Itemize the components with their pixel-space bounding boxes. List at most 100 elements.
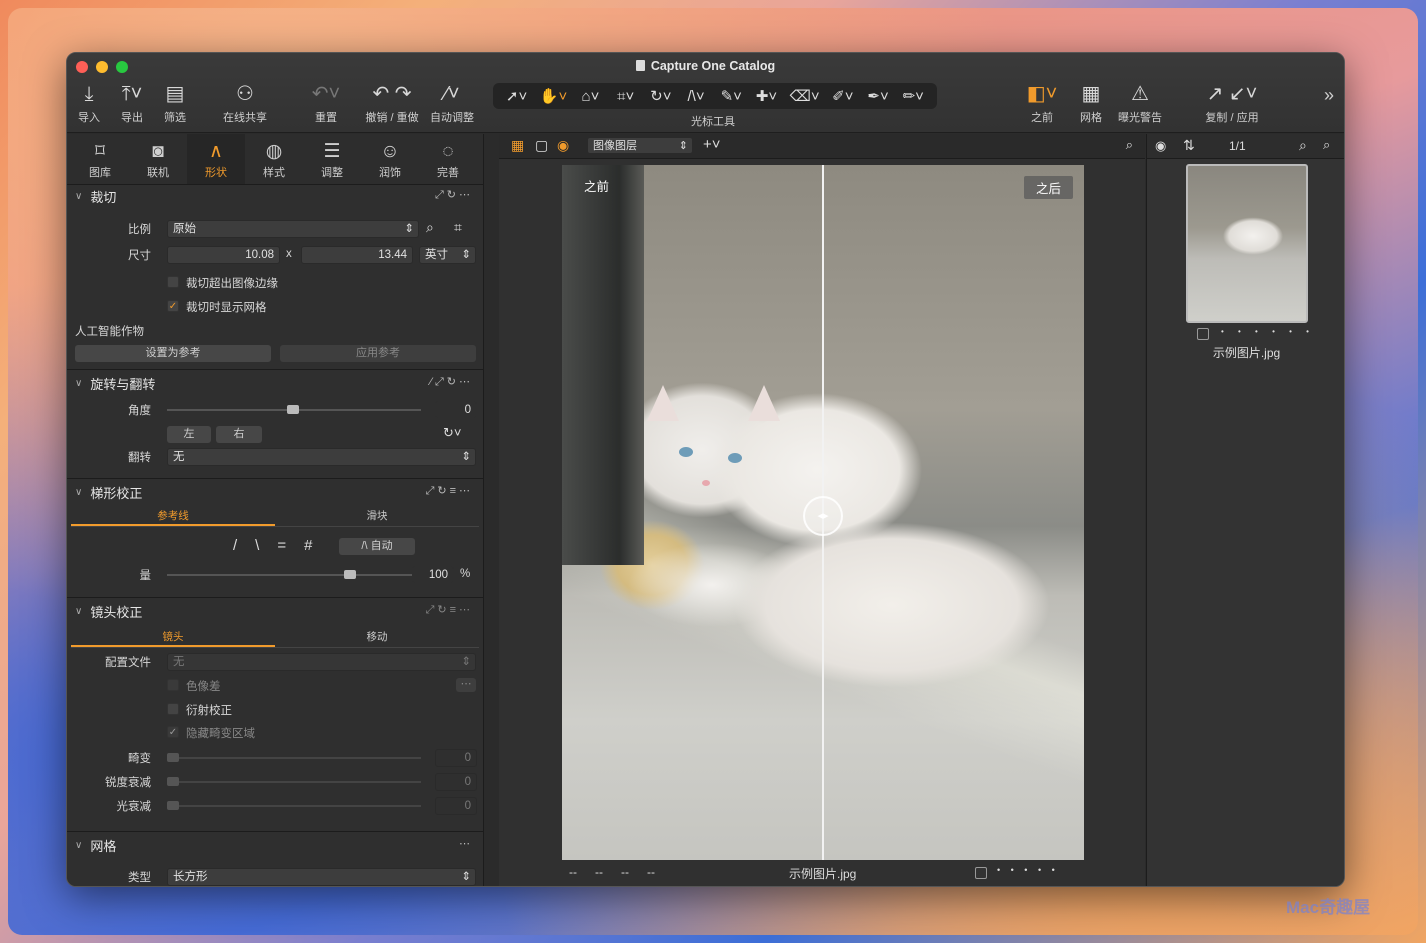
thumb-rating-dots[interactable]: • • • • • • (1221, 327, 1315, 336)
grid-header[interactable]: ∨ 网格 ⋯ (67, 834, 483, 856)
eye-view-icon[interactable]: ◉ (557, 137, 569, 154)
thumb-select-checkbox[interactable] (1197, 328, 1209, 340)
search-icon[interactable]: ⌕ (1299, 137, 1307, 154)
sharpness-slider-knob[interactable] (167, 777, 179, 786)
diffraction-checkbox[interactable] (167, 703, 179, 715)
reset-button[interactable]: ↶˅ 重置 (307, 81, 345, 125)
amount-slider-knob[interactable] (344, 570, 356, 579)
tab-refine[interactable]: ◌ 完善 (419, 134, 477, 184)
crop-icon[interactable]: ⌗ (454, 219, 462, 236)
eye-icon[interactable]: ◉ (1155, 138, 1166, 154)
profile-select[interactable]: 无 ⇕ (167, 653, 476, 671)
overflow-chevron-icon[interactable]: » (1319, 85, 1339, 106)
light-falloff-slider[interactable] (167, 805, 421, 807)
rotate-left-button[interactable]: 左 (167, 426, 211, 443)
sharpness-slider[interactable] (167, 781, 421, 783)
section-actions-icon[interactable]: ⤢↻≡⋯ (426, 484, 473, 498)
keystone-auto-button[interactable]: /\ 自动 (339, 538, 415, 555)
grid-checkbox[interactable]: ✓ (167, 300, 179, 312)
color-picker-icon[interactable]: ✒˅ (866, 87, 890, 105)
select-tool-icon[interactable]: ➚˅ (505, 87, 529, 105)
filter-button[interactable]: ▤ 筛选 (161, 81, 189, 125)
light-falloff-field[interactable]: 0 (435, 797, 477, 815)
width-field[interactable]: 10.08 (167, 246, 280, 264)
layer-select[interactable]: 图像图层 ⇕ (587, 137, 693, 154)
flip-select[interactable]: 无 ⇕ (167, 448, 476, 466)
tab-move[interactable]: 移动 (275, 628, 479, 647)
add-layer-icon[interactable]: +˅ (703, 136, 721, 153)
light-falloff-slider-knob[interactable] (167, 801, 179, 810)
auto-adjust-button[interactable]: ⁄˅ 自动调整 (427, 81, 477, 125)
ratio-select[interactable]: 原始 ⇕ (167, 220, 419, 238)
annotate-tool-icon[interactable]: ✏˅ (901, 87, 925, 105)
orientation-icon[interactable]: ⌕ (426, 219, 434, 236)
keystone-header[interactable]: ∨ 梯形校正 ⤢↻≡⋯ (67, 481, 483, 503)
distortion-field[interactable]: 0 (435, 749, 477, 767)
share-button[interactable]: ⚇ 在线共享 (219, 81, 271, 125)
erase-tool-icon[interactable]: ⌫˅ (790, 87, 820, 105)
undo-redo-button[interactable]: ↶ ↷ 撤销 / 重做 (361, 81, 423, 125)
tab-sliders[interactable]: 滑块 (275, 507, 479, 526)
exposure-warning-button[interactable]: ⚠ 曝光警告 (1115, 81, 1165, 125)
viewer-rating-dots[interactable]: • • • • • (997, 865, 1059, 875)
heal-tool-icon[interactable]: ✚˅ (754, 87, 778, 105)
distortion-slider-knob[interactable] (167, 753, 179, 762)
single-view-icon[interactable]: ▢ (535, 137, 548, 154)
grid-button[interactable]: ▦ 网格 (1075, 81, 1107, 125)
section-actions-icon[interactable]: ⤢↻⋯ (435, 188, 473, 202)
divider-handle[interactable]: ◂▸ (803, 496, 843, 536)
sort-icon[interactable]: ⇅ (1183, 137, 1195, 154)
crop-tool-icon[interactable]: ⌗˅ (614, 88, 638, 105)
tab-style[interactable]: ◍ 样式 (245, 134, 303, 184)
zoom-icon[interactable]: ⌕ (1323, 137, 1330, 153)
zoom-search-icon[interactable]: ⌕ (1126, 137, 1133, 153)
export-button[interactable]: ⤒˅ 导出 (115, 81, 149, 125)
rotate-tool-icon[interactable]: ↻˅ (649, 87, 673, 105)
apply-reference-button[interactable]: 应用参考 (280, 345, 476, 362)
chromatic-more-button[interactable]: ⋯ (456, 678, 476, 692)
unit-select[interactable]: 英寸 ⇕ (419, 246, 476, 264)
keystone-mode-icons[interactable]: /\=# (233, 537, 330, 554)
tab-shape[interactable]: ∧ 形状 (187, 134, 245, 184)
section-actions-icon[interactable]: ⋯ (459, 837, 473, 850)
amount-field[interactable]: 100 (412, 566, 454, 584)
cat-nose (702, 480, 710, 486)
tab-library[interactable]: ⌑ 图库 (71, 134, 129, 184)
zoom-tool-icon[interactable]: ⌂˅ (578, 88, 602, 105)
section-actions-icon[interactable]: ⤢↻≡⋯ (426, 603, 473, 617)
copy-apply-button[interactable]: ↗ ↙˅ 复制 / 应用 (1197, 81, 1267, 125)
angle-slider-knob[interactable] (287, 405, 299, 414)
rotate-options-icon[interactable]: ↻˅ (443, 425, 461, 441)
tab-adjust[interactable]: ☰ 调整 (303, 134, 361, 184)
amount-slider[interactable] (167, 574, 421, 576)
tab-guides[interactable]: 参考线 (71, 507, 275, 526)
tab-lens[interactable]: 镜头 (71, 628, 275, 647)
hide-distortion-checkbox[interactable]: ✓ (167, 726, 179, 738)
crop-header[interactable]: ∨ 裁切 ⤢↻⋯ (67, 185, 483, 207)
lens-header[interactable]: ∨ 镜头校正 ⤢↻≡⋯ (67, 600, 483, 622)
tab-capture[interactable]: ◙ 联机 (129, 134, 187, 184)
keystone-tool-icon[interactable]: /\˅ (684, 88, 708, 105)
outside-checkbox[interactable] (167, 276, 179, 288)
section-actions-icon[interactable]: ⁄⤢↻⋯ (430, 375, 473, 389)
hand-tool-icon[interactable]: ✋˅ (540, 87, 567, 105)
before-after-button[interactable]: ◧˅ 之前 (1019, 81, 1065, 125)
undo-redo-icon: ↶ ↷ (372, 83, 412, 105)
chromatic-checkbox[interactable] (167, 679, 179, 691)
picker-tool-icon[interactable]: ✐˅ (831, 87, 855, 105)
thumbnail[interactable] (1186, 164, 1308, 323)
set-reference-button[interactable]: 设置为参考 (75, 345, 271, 362)
grid-type-select[interactable]: 长方形 ⇕ (167, 868, 476, 886)
height-field[interactable]: 13.44 (301, 246, 413, 264)
brush-tool-icon[interactable]: ✎˅ (719, 87, 743, 105)
angle-field[interactable]: 0 (435, 401, 477, 419)
import-button[interactable]: ⤓ 导入 (75, 81, 103, 125)
photo-canvas[interactable]: ◂▸ 之前 之后 (562, 165, 1084, 860)
distortion-slider[interactable] (167, 757, 421, 759)
grid-view-icon[interactable]: ▦ (511, 137, 524, 154)
rotate-header[interactable]: ∨ 旋转与翻转 ⁄⤢↻⋯ (67, 372, 483, 394)
sharpness-field[interactable]: 0 (435, 773, 477, 791)
rotate-right-button[interactable]: 右 (216, 426, 262, 443)
tab-retouch[interactable]: ☺ 润饰 (361, 134, 419, 184)
viewer-select-checkbox[interactable] (975, 867, 987, 879)
